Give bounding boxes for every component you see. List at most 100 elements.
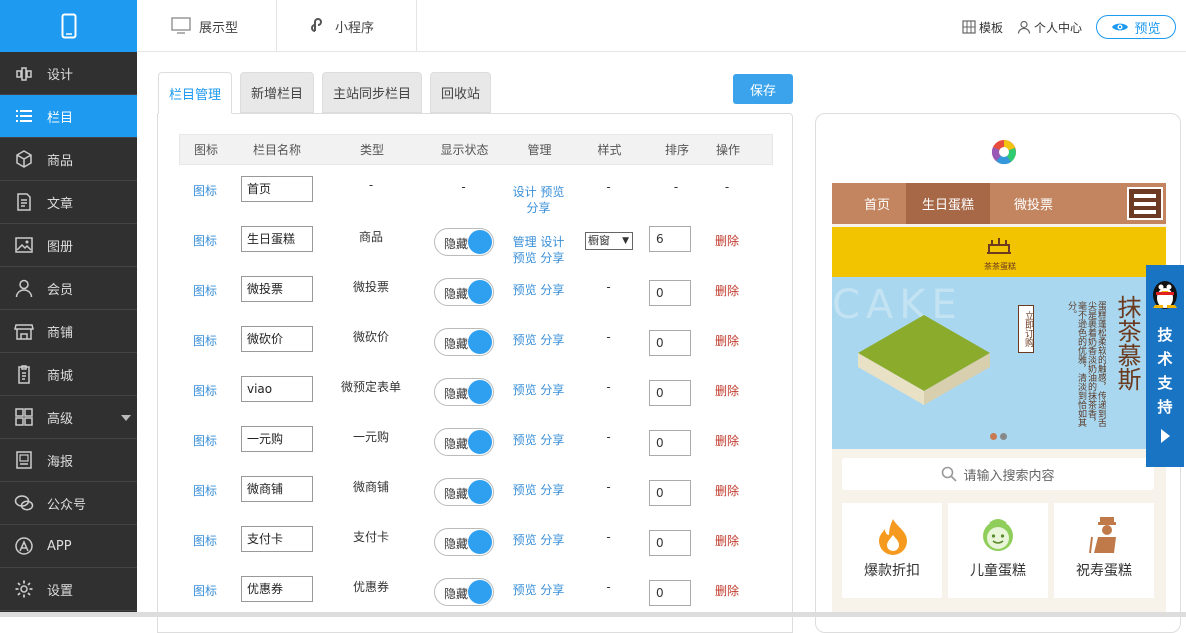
row-manage-links[interactable]: 预览 分享	[506, 432, 571, 448]
row-icon-link[interactable]: 图标	[179, 182, 231, 199]
column-name-input[interactable]: 优惠券	[241, 576, 313, 602]
manage-links-line1[interactable]: 预览 分享	[506, 582, 571, 598]
row-icon-link[interactable]: 图标	[179, 282, 231, 299]
manage-links-line1[interactable]: 设计 预览	[506, 184, 571, 200]
mobile-logo[interactable]	[0, 0, 137, 52]
order-input[interactable]: 0	[649, 430, 691, 456]
template-link[interactable]: 模板	[962, 19, 1003, 36]
mode-display-tab[interactable]: 展示型	[137, 0, 277, 52]
delete-link[interactable]: 删除	[706, 282, 748, 299]
banner-dot[interactable]	[1000, 433, 1007, 440]
tab-recycle-bin[interactable]: 回收站	[430, 72, 492, 113]
row-icon-link[interactable]: 图标	[179, 482, 231, 499]
row-icon-link[interactable]: 图标	[179, 332, 231, 349]
row-manage-links[interactable]: 预览 分享	[506, 532, 571, 548]
order-input[interactable]: 0	[649, 280, 691, 306]
manage-links-line2[interactable]: 分享	[506, 200, 571, 216]
visibility-toggle[interactable]: 隐藏	[434, 278, 494, 306]
category-hot-discount[interactable]: 爆款折扣	[842, 503, 942, 598]
column-name-input[interactable]: 微商铺	[241, 476, 313, 502]
manage-links-line2[interactable]: 预览 分享	[506, 250, 571, 266]
row-icon-link[interactable]: 图标	[179, 532, 231, 549]
manage-links-line1[interactable]: 预览 分享	[506, 382, 571, 398]
sidebar-item-user[interactable]: 会员	[0, 267, 137, 310]
column-name-input[interactable]: 一元购	[241, 426, 313, 452]
sidebar-item-clipboard[interactable]: 商城	[0, 353, 137, 396]
category-kids-cake[interactable]: 儿童蛋糕	[948, 503, 1048, 598]
row-icon-link[interactable]: 图标	[179, 232, 231, 249]
visibility-toggle[interactable]: 隐藏	[434, 428, 494, 456]
manage-links-line1[interactable]: 预览 分享	[506, 282, 571, 298]
delete-link[interactable]: 删除	[706, 382, 748, 399]
mode-miniprogram-tab[interactable]: 小程序	[277, 0, 417, 52]
order-input[interactable]: 0	[649, 530, 691, 556]
order-input[interactable]: 0	[649, 580, 691, 606]
manage-links-line1[interactable]: 预览 分享	[506, 432, 571, 448]
row-manage-links[interactable]: 预览 分享	[506, 382, 571, 398]
sidebar-item-box[interactable]: 商品	[0, 138, 137, 181]
banner-dot-active[interactable]	[990, 433, 997, 440]
order-input[interactable]: 6	[649, 226, 691, 252]
column-name-input[interactable]: 生日蛋糕	[241, 226, 313, 252]
column-name-input[interactable]: 支付卡	[241, 526, 313, 552]
row-icon-link[interactable]: 图标	[179, 432, 231, 449]
row-icon-link[interactable]: 图标	[179, 382, 231, 399]
manage-links-line1[interactable]: 预览 分享	[506, 532, 571, 548]
order-input[interactable]: 0	[649, 480, 691, 506]
phone-nav-home[interactable]: 首页	[832, 183, 906, 224]
visibility-toggle[interactable]: 隐藏	[434, 528, 494, 556]
visibility-toggle[interactable]: 隐藏	[434, 478, 494, 506]
sidebar-item-gear[interactable]: 设置	[0, 568, 137, 611]
phone-menu-icon[interactable]	[1127, 187, 1163, 220]
manage-links-line1[interactable]: 预览 分享	[506, 332, 571, 348]
preview-button[interactable]: 预览	[1096, 15, 1176, 39]
tab-column-management[interactable]: 栏目管理	[158, 72, 233, 114]
manage-links-line1[interactable]: 管理 设计	[506, 234, 571, 250]
phone-search-box[interactable]: 请输入搜索内容	[842, 458, 1154, 490]
visibility-toggle[interactable]: 隐藏	[434, 578, 494, 606]
column-name-input[interactable]: viao	[241, 376, 313, 402]
tab-add-column[interactable]: 新增栏目	[240, 72, 315, 113]
sidebar-item-article[interactable]: 文章	[0, 181, 137, 224]
row-manage-links[interactable]: 预览 分享	[506, 482, 571, 498]
sidebar-item-poster[interactable]: 海报	[0, 439, 137, 482]
visibility-toggle[interactable]: 隐藏	[434, 228, 494, 256]
delete-link[interactable]: 删除	[706, 332, 748, 349]
delete-link[interactable]: 删除	[706, 432, 748, 449]
sidebar-item-app[interactable]: APP	[0, 525, 137, 568]
row-manage-links[interactable]: 预览 分享	[506, 582, 571, 598]
row-manage-links[interactable]: 预览 分享	[506, 332, 571, 348]
phone-banner[interactable]: 茶茶蛋糕 CAKE 立即订购 蛋糕蓬松柔软的触感，传递到舌尖是裹着奶香淡奶油的抹…	[832, 227, 1166, 449]
order-input[interactable]: 0	[649, 380, 691, 406]
tab-sync-columns[interactable]: 主站同步栏目	[322, 72, 423, 113]
visibility-toggle[interactable]: 隐藏	[434, 328, 494, 356]
phone-nav-vote[interactable]: 微投票	[990, 183, 1069, 224]
column-name-input[interactable]: 首页	[241, 176, 313, 202]
delete-link[interactable]: 删除	[706, 532, 748, 549]
sidebar-item-design[interactable]: 设计	[0, 52, 137, 95]
tech-support-widget[interactable]: 技术支持	[1146, 265, 1184, 467]
column-name-input[interactable]: 微砍价	[241, 326, 313, 352]
sidebar-item-shop[interactable]: 商铺	[0, 310, 137, 353]
phone-nav-cake[interactable]: 生日蛋糕	[906, 183, 991, 224]
visibility-toggle[interactable]: 隐藏	[434, 378, 494, 406]
delete-link[interactable]: 删除	[706, 582, 748, 599]
personal-center-link[interactable]: 个人中心	[1017, 19, 1082, 36]
caret-down-icon[interactable]	[121, 415, 131, 421]
banner-order-button[interactable]: 立即订购	[1018, 305, 1034, 353]
delete-link[interactable]: 删除	[706, 482, 748, 499]
row-manage-links[interactable]: 设计 预览 分享	[506, 184, 571, 216]
category-birthday-elder[interactable]: 祝寿蛋糕	[1054, 503, 1154, 598]
sidebar-item-list[interactable]: 栏目	[0, 95, 137, 138]
sidebar-item-grid[interactable]: 高级	[0, 396, 137, 439]
column-name-input[interactable]: 微投票	[241, 276, 313, 302]
row-manage-links[interactable]: 预览 分享	[506, 282, 571, 298]
order-input[interactable]: 0	[649, 330, 691, 356]
style-select[interactable]: 橱窗 ▼	[585, 232, 633, 250]
manage-links-line1[interactable]: 预览 分享	[506, 482, 571, 498]
delete-link[interactable]: 删除	[706, 232, 748, 249]
sidebar-item-image[interactable]: 图册	[0, 224, 137, 267]
row-icon-link[interactable]: 图标	[179, 582, 231, 599]
row-manage-links[interactable]: 管理 设计 预览 分享	[506, 234, 571, 266]
save-button[interactable]: 保存	[733, 74, 793, 104]
